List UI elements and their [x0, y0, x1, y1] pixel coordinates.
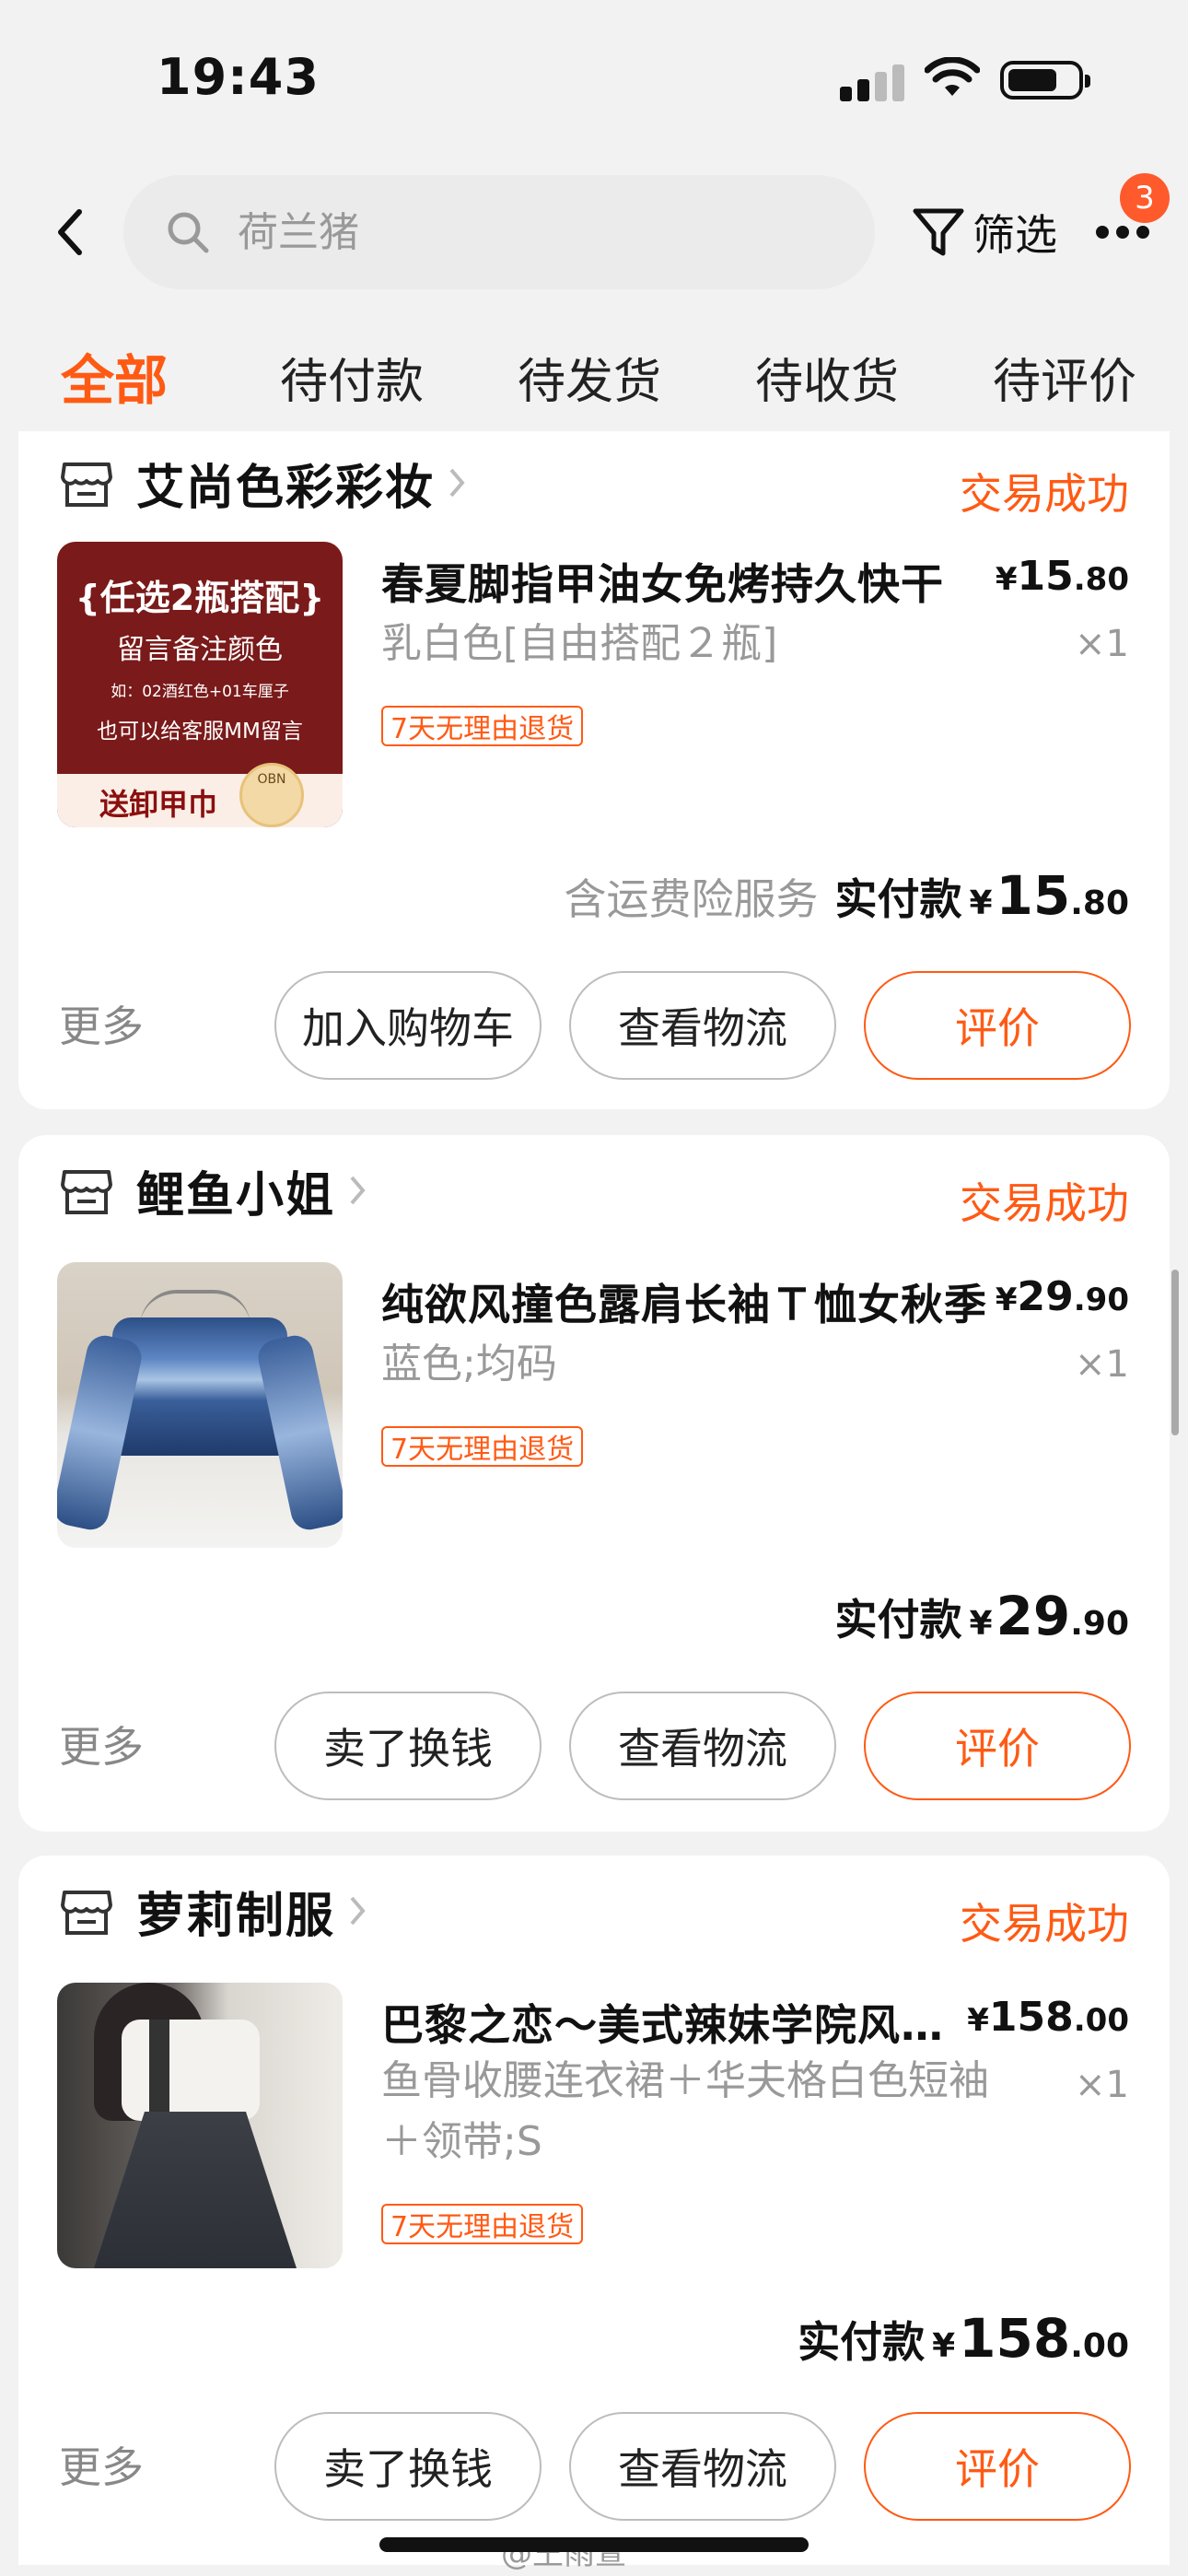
status-time: 19:43: [157, 48, 320, 106]
return-policy-tag: 7天无理由退货: [381, 706, 584, 746]
wifi-icon: [925, 57, 980, 96]
search-bar[interactable]: [123, 175, 875, 289]
order-total: 含运费险服务 实付款 ¥ 15 .80: [564, 864, 1129, 927]
add-to-cart-button[interactable]: 加入购物车: [274, 971, 542, 1080]
product-title[interactable]: 春夏脚指甲油女免烤持久快干: [381, 551, 989, 612]
product-image[interactable]: [57, 1983, 343, 2268]
product-price: ¥158.00: [967, 1994, 1129, 2041]
product-sku: 乳白色[自由搭配２瓶]: [381, 620, 778, 667]
view-logistics-button[interactable]: 查看物流: [569, 2412, 836, 2521]
product-image[interactable]: {任选2瓶搭配} 留言备注颜色 如：02酒红色+01车厘子 也可以给客服MM留言…: [57, 542, 343, 827]
shop-name: 萝莉制服: [136, 1888, 336, 1944]
product-image[interactable]: [57, 1262, 343, 1548]
order-card: 鲤鱼小姐 交易成功 纯欲风撞色露肩长袖Ｔ恤女秋季 ¥29.90 蓝色;均码 ×1…: [18, 1135, 1170, 1832]
order-total: 实付款 ¥ 158 .00: [798, 2307, 1129, 2370]
shop-name: 艾尚色彩彩妆: [136, 460, 436, 516]
order-total: 实付款 ¥ 29 .90: [834, 1585, 1129, 1647]
shop-link[interactable]: 萝莉制服: [59, 1874, 368, 1948]
back-chevron-icon[interactable]: [50, 205, 90, 260]
tab-pending-review[interactable]: 待评价: [993, 343, 1136, 412]
order-status: 交易成功: [960, 1178, 1129, 1228]
product-sku: 蓝色;均码: [381, 1341, 557, 1388]
shop-name: 鲤鱼小姐: [136, 1167, 336, 1224]
more-link[interactable]: 更多: [59, 1714, 144, 1774]
order-status: 交易成功: [960, 1899, 1129, 1949]
search-input[interactable]: [238, 199, 827, 265]
shipping-insurance-label: 含运费险服务: [564, 874, 819, 924]
product-quantity: ×1: [1075, 623, 1129, 665]
tab-all[interactable]: 全部: [61, 337, 168, 415]
chevron-right-icon: [350, 1176, 366, 1205]
brand-logo: OBN: [239, 763, 304, 827]
filter-button[interactable]: 筛选: [910, 195, 1057, 269]
more-link[interactable]: 更多: [59, 2434, 144, 2495]
order-status: 交易成功: [960, 469, 1129, 519]
resell-button[interactable]: 卖了换钱: [274, 2412, 542, 2521]
review-button[interactable]: 评价: [864, 1692, 1131, 1800]
resell-button[interactable]: 卖了换钱: [274, 1692, 542, 1800]
shop-link[interactable]: 艾尚色彩彩妆: [59, 446, 468, 520]
search-icon: [168, 212, 209, 253]
battery-icon: [1000, 61, 1090, 100]
product-title[interactable]: 纯欲风撞色露肩长袖Ｔ恤女秋季: [381, 1271, 989, 1332]
tab-pending-receipt[interactable]: 待收货: [755, 343, 899, 412]
order-tabs: 全部 待付款 待发货 待收货 待评价: [0, 332, 1188, 424]
more-link[interactable]: 更多: [59, 993, 144, 1054]
order-card: 艾尚色彩彩妆 交易成功 {任选2瓶搭配} 留言备注颜色 如：02酒红色+01车厘…: [18, 431, 1170, 1109]
cellular-signal-icon: [840, 64, 906, 101]
product-sku: 鱼骨收腰连衣裙＋华夫格白色短袖＋领带;S: [381, 2057, 989, 2165]
shop-link[interactable]: 鲤鱼小姐: [59, 1153, 368, 1227]
product-title[interactable]: 巴黎之恋～美式辣妹学院风套装: [381, 1992, 971, 2053]
store-icon: [61, 1170, 112, 1214]
return-policy-tag: 7天无理由退货: [381, 2204, 584, 2244]
filter-funnel-icon: [913, 208, 964, 256]
review-button[interactable]: 评价: [864, 971, 1131, 1080]
store-icon: [61, 1891, 112, 1935]
return-policy-tag: 7天无理由退货: [381, 1426, 584, 1467]
product-price: ¥15.80: [995, 553, 1129, 600]
view-logistics-button[interactable]: 查看物流: [569, 971, 836, 1080]
tab-pending-shipment[interactable]: 待发货: [518, 343, 661, 412]
order-card: 萝莉制服 交易成功 巴黎之恋～美式辣妹学院风套装 ¥158.00 鱼骨收腰连衣裙…: [18, 1856, 1170, 2565]
chevron-right-icon: [350, 1896, 366, 1926]
store-icon: [61, 463, 112, 507]
chevron-right-icon: [449, 468, 465, 498]
notification-badge: 3: [1120, 173, 1170, 223]
scrollbar[interactable]: [1171, 1270, 1179, 1435]
product-quantity: ×1: [1075, 1343, 1129, 1386]
tab-pending-payment[interactable]: 待付款: [280, 343, 424, 412]
product-quantity: ×1: [1075, 2064, 1129, 2106]
review-button[interactable]: 评价: [864, 2412, 1131, 2521]
view-logistics-button[interactable]: 查看物流: [569, 1692, 836, 1800]
product-price: ¥29.90: [995, 1273, 1129, 1320]
filter-label: 筛选: [973, 210, 1057, 260]
home-indicator[interactable]: [379, 2537, 809, 2552]
